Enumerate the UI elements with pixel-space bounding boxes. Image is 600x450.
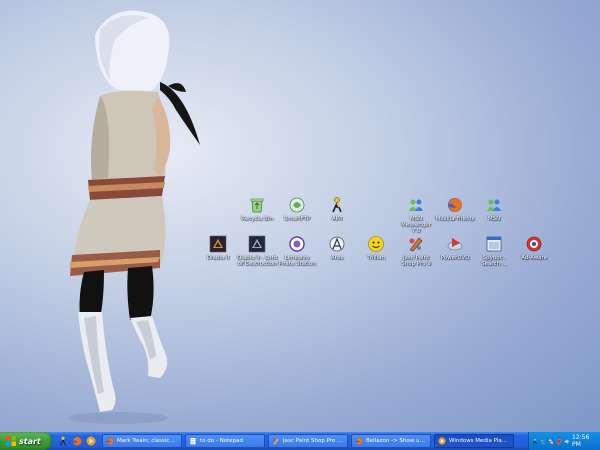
desktop-icon-firefox[interactable]: Mozilla Firefox xyxy=(435,196,475,222)
taskbar-button-media-player[interactable]: Windows Media Player xyxy=(434,434,514,448)
desktop-icon-label: Jasc Paint Shop Pro 9 xyxy=(401,255,431,267)
clock[interactable]: 12:56 PM xyxy=(572,434,600,448)
desktop-icon-recycle-bin[interactable]: Recycle Bin xyxy=(237,196,277,222)
desktop-icon-label: Ares xyxy=(330,255,344,261)
desktop-icon-paint-shop-pro[interactable]: Jasc Paint Shop Pro 9 xyxy=(396,235,436,267)
diablo-icon xyxy=(209,235,227,253)
desktop-icon-label: Mozilla Firefox xyxy=(435,216,475,222)
desktop-icon-label: Diablo II - Lord of Destruction xyxy=(237,255,277,267)
desktop-icon-smartftp[interactable]: SmartFTP xyxy=(277,196,317,222)
powerdvd-icon xyxy=(447,238,463,251)
desktop-icon-label: AIM xyxy=(331,216,343,222)
adaware-icon xyxy=(526,236,542,252)
desktop-icon-adaware[interactable]: Ad-Aware xyxy=(514,235,554,261)
desktop-icon-label: SmartFTP xyxy=(283,216,311,222)
desktop-icon-label: Ad-Aware xyxy=(521,255,547,261)
desktop-icon-trillian[interactable]: Trillian xyxy=(356,235,396,261)
taskbar-button-label: Windows Media Player xyxy=(449,438,510,444)
desktop-icon-diablo[interactable]: Diablo II xyxy=(198,235,238,261)
media-player-icon xyxy=(438,437,446,445)
desktop-icon-label: MSN xyxy=(487,216,501,222)
taskbar-button-label: Bellazon -> Show us ... xyxy=(366,438,427,444)
network-tray-icon[interactable] xyxy=(548,438,554,445)
msn-icon xyxy=(487,199,501,211)
msn-tray-icon[interactable] xyxy=(540,438,546,445)
spybot-icon xyxy=(486,236,502,252)
paint-shop-pro-icon xyxy=(273,438,279,445)
trillian-icon xyxy=(368,236,384,252)
firefox-icon xyxy=(106,437,114,445)
desktop-icon-label: MSN Messenger 7.0 xyxy=(401,216,431,234)
taskbar-button-label: to do - Notepad xyxy=(200,438,243,444)
aim-icon[interactable] xyxy=(58,436,68,446)
media-player-icon[interactable] xyxy=(86,436,96,446)
windows-logo-icon xyxy=(6,436,16,446)
aim-tray-icon[interactable] xyxy=(532,438,538,445)
taskbar-button-notepad[interactable]: to do - Notepad xyxy=(185,434,265,448)
desktop-icon-msn[interactable]: MSN xyxy=(474,196,514,222)
diablo-lod-icon xyxy=(248,235,266,253)
firefox-icon xyxy=(355,437,363,445)
start-label: start xyxy=(19,436,41,446)
taskbar-button-firefox[interactable]: Mark Twain; classic... xyxy=(102,434,182,448)
desktop[interactable]: Recycle Bin SmartFTP AIM MSN Messenger 7… xyxy=(0,0,600,432)
quick-launch xyxy=(52,436,102,446)
system-tray: 12:56 PM xyxy=(528,432,600,450)
paint-shop-pro-icon xyxy=(409,237,423,252)
taskbar-button-paint-shop-pro[interactable]: Jasc Paint Shop Pro - ... xyxy=(268,434,348,448)
recycle-bin-icon xyxy=(250,198,264,213)
start-button[interactable]: start xyxy=(0,432,52,450)
firefox-icon[interactable] xyxy=(72,436,82,446)
desktop-icon-label: Diablo II xyxy=(206,255,230,261)
desktop-icon-label: Trillian xyxy=(367,255,385,261)
msn-messenger-icon xyxy=(409,199,423,211)
desktop-icon-ares[interactable]: Ares xyxy=(317,235,357,261)
desktop-icon-label: Limewire Pirate Station xyxy=(278,255,316,267)
ares-icon xyxy=(329,236,345,252)
aim-icon xyxy=(332,197,342,213)
desktop-icon-powerdvd[interactable]: PowerDVD xyxy=(435,235,475,261)
desktop-icon-spybot[interactable]: Spybot - Search ... xyxy=(474,235,514,267)
desktop-icon-msn-messenger[interactable]: MSN Messenger 7.0 xyxy=(396,196,436,234)
taskbar-button-label: Jasc Paint Shop Pro - ... xyxy=(283,438,344,444)
taskbar-button-bellazon[interactable]: Bellazon -> Show us ... xyxy=(351,434,431,448)
desktop-icon-label: PowerDVD xyxy=(440,255,470,261)
desktop-icon-label: Recycle Bin xyxy=(241,216,273,222)
limewire-icon xyxy=(289,236,305,252)
firefox-icon xyxy=(448,198,462,212)
desktop-icon-limewire[interactable]: Limewire Pirate Station xyxy=(277,235,317,267)
security-tray-icon[interactable] xyxy=(556,438,562,445)
smartftp-icon xyxy=(289,197,305,213)
taskbar-button-label: Mark Twain; classic... xyxy=(117,438,175,444)
desktop-icon-aim[interactable]: AIM xyxy=(317,196,357,222)
volume-tray-icon[interactable] xyxy=(564,438,570,445)
taskbar: start Mark Twain; classic... to do - Not… xyxy=(0,432,600,450)
desktop-icon-diablo-lod[interactable]: Diablo II - Lord of Destruction xyxy=(237,235,277,267)
notepad-icon xyxy=(189,437,197,445)
desktop-icon-label: Spybot - Search ... xyxy=(481,255,507,267)
